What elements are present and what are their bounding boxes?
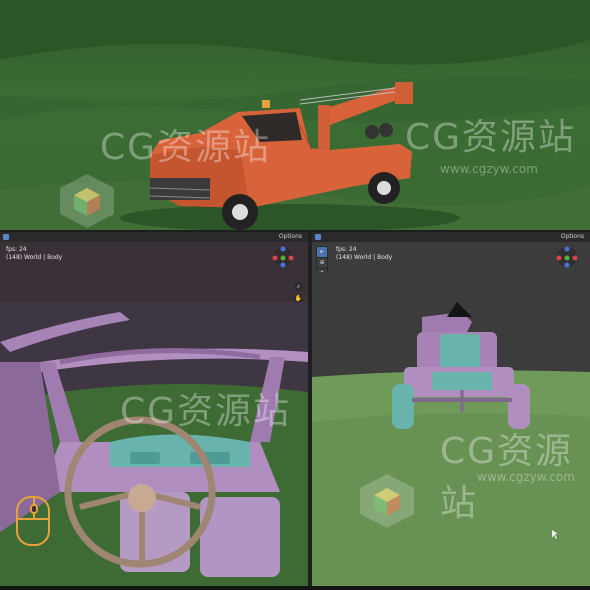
watermark-cube-icon bbox=[60, 174, 114, 228]
context-readout: (148) World | Body bbox=[336, 254, 393, 261]
truck-front-scene bbox=[312, 272, 590, 586]
watermark-cube-icon bbox=[360, 474, 414, 528]
viewport-left-header: Options bbox=[0, 232, 308, 242]
context-readout: (148) World | Body bbox=[6, 254, 63, 261]
viewport-right[interactable]: Options fps: 24 (148) World | Body ▸ ⊕ ✥… bbox=[312, 232, 590, 586]
status-bar bbox=[0, 586, 590, 590]
fps-readout: fps: 24 bbox=[6, 246, 27, 253]
options-menu[interactable]: Options bbox=[279, 232, 302, 242]
zoom-icon[interactable]: ⌕ bbox=[294, 282, 303, 291]
car-interior-scene bbox=[0, 302, 308, 586]
axis-gizmo-icon[interactable] bbox=[556, 246, 578, 268]
mouse-hint-icon bbox=[16, 496, 50, 546]
cursor-tool-icon[interactable]: ⊕ bbox=[317, 258, 327, 268]
fps-readout: fps: 24 bbox=[336, 246, 357, 253]
editor-type-icon[interactable] bbox=[3, 234, 9, 240]
editor-type-icon[interactable] bbox=[315, 234, 321, 240]
axis-gizmo-icon[interactable] bbox=[272, 246, 294, 268]
render-preview: CG资源站 CG资源站 www.cgzyw.com bbox=[0, 0, 590, 230]
options-menu[interactable]: Options bbox=[561, 232, 584, 242]
select-tool-icon[interactable]: ▸ bbox=[317, 247, 327, 257]
viewport-right-header: Options bbox=[312, 232, 590, 242]
